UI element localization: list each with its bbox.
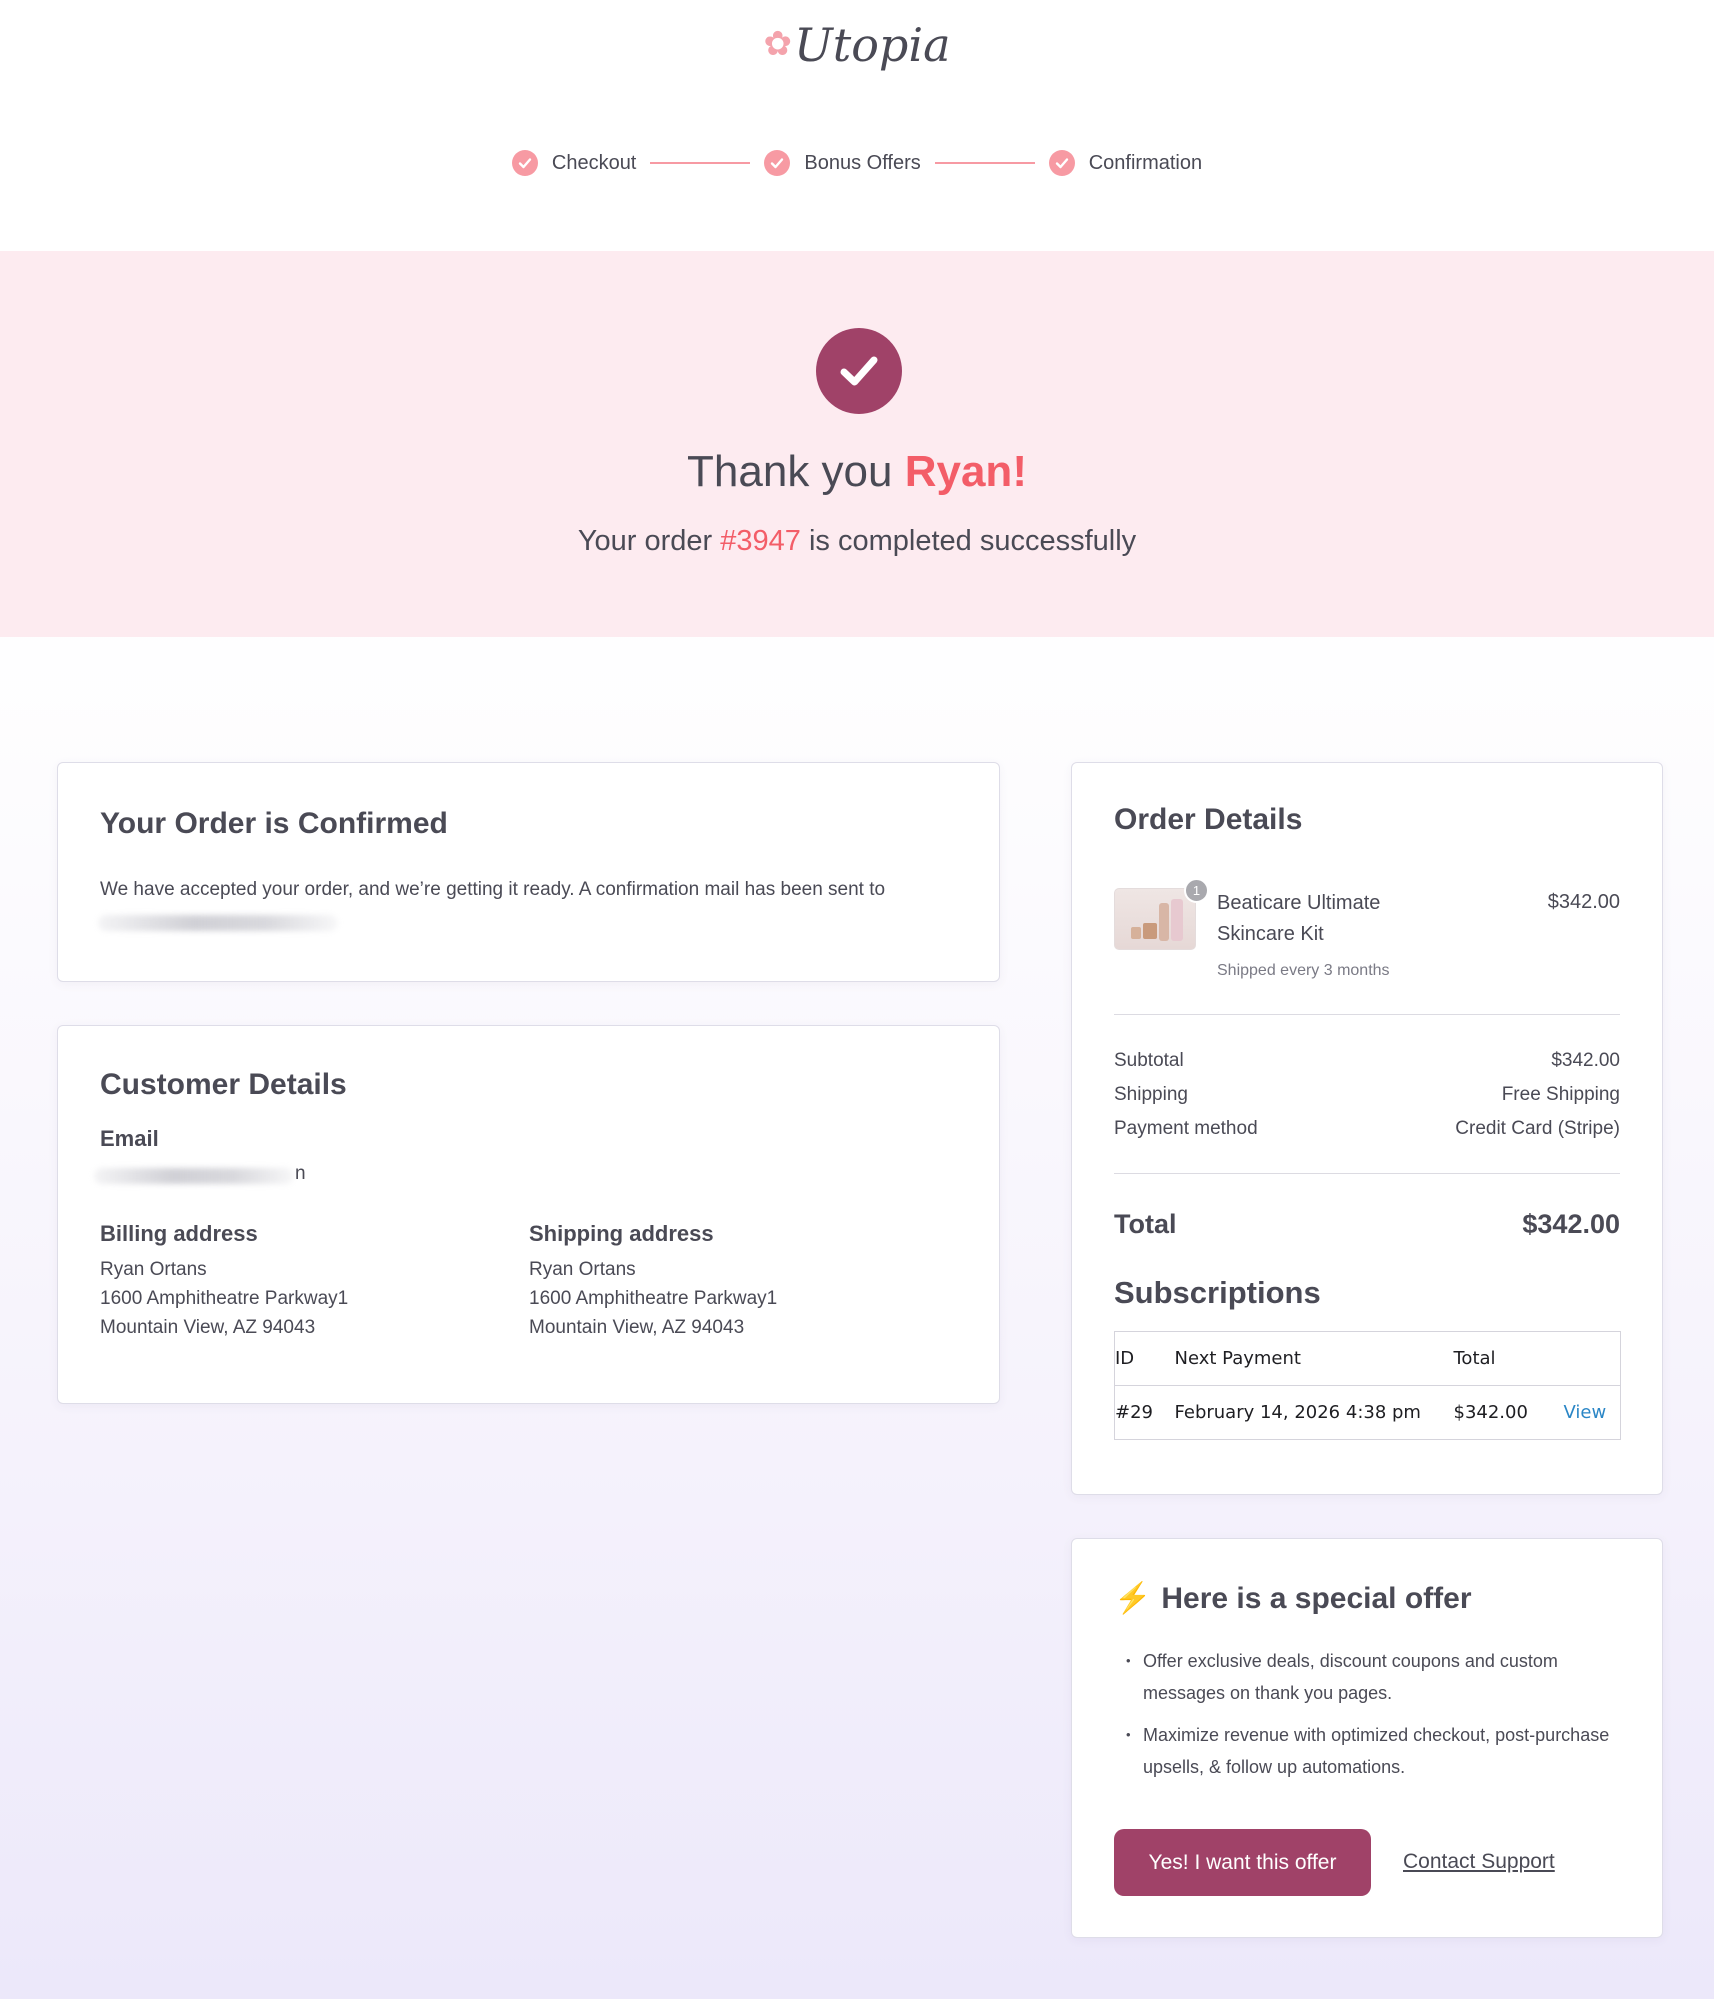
- order-total-row: Total $342.00: [1114, 1209, 1620, 1240]
- shipping-line2: Mountain View, AZ 94043: [529, 1317, 745, 1338]
- billing-address-label: Billing address: [100, 1221, 258, 1246]
- step-connector: [934, 162, 1035, 164]
- quantity-badge: 1: [1184, 878, 1209, 903]
- redacted-email: [98, 915, 338, 931]
- lightning-bolt-icon: ⚡: [1114, 1582, 1152, 1615]
- order-number: #3947: [720, 525, 801, 557]
- summary-row-payment: Payment method Credit Card (Stripe): [1114, 1118, 1620, 1140]
- product-thumbnail: 1: [1114, 878, 1209, 950]
- view-subscription-link[interactable]: View: [1564, 1402, 1607, 1423]
- summary-value: $342.00: [1551, 1050, 1620, 1071]
- billing-address: Ryan Ortans 1600 Amphitheatre Parkway1 M…: [100, 1255, 348, 1342]
- summary-row-shipping: Shipping Free Shipping: [1114, 1084, 1620, 1106]
- order-details-card: Order Details 1 Beaticare Ultimate Skinc…: [1071, 762, 1663, 1495]
- table-row: #29 February 14, 2026 4:38 pm $342.00 Vi…: [1115, 1386, 1621, 1440]
- shipping-name: Ryan Ortans: [529, 1259, 636, 1280]
- subscriptions-title: Subscriptions: [1114, 1275, 1321, 1310]
- subscriptions-table: ID Next Payment Total #29 February 14, 2…: [1114, 1331, 1621, 1440]
- product-name: Beaticare Ultimate Skincare Kit: [1217, 892, 1381, 945]
- brand-name: Utopia: [793, 18, 951, 72]
- special-offer-card: ⚡ Here is a special offer Offer exclusive…: [1071, 1538, 1663, 1938]
- card-title: Your Order is Confirmed: [100, 807, 448, 840]
- confirmation-message: We have accepted your order, and we’re g…: [100, 879, 886, 900]
- billing-line1: 1600 Amphitheatre Parkway1: [100, 1288, 349, 1309]
- list-item: Maximize revenue with optimized checkout…: [1114, 1719, 1624, 1783]
- success-check-icon: [816, 328, 902, 414]
- order-prefix: Your order: [577, 525, 721, 557]
- brand-logo[interactable]: ✿Utopia: [0, 18, 1714, 72]
- checkout-stepper: Checkout Bonus Offers Confirmation: [0, 150, 1714, 176]
- column-header-next-payment: Next Payment: [1174, 1331, 1454, 1386]
- subscription-total: $342.00: [1453, 1402, 1528, 1423]
- shipping-address-label: Shipping address: [529, 1221, 714, 1246]
- list-item: Offer exclusive deals, discount coupons …: [1114, 1645, 1624, 1709]
- divider: [1114, 1014, 1620, 1015]
- summary-row-subtotal: Subtotal $342.00: [1114, 1050, 1620, 1072]
- step-bonus-offers: Bonus Offers: [764, 150, 921, 176]
- summary-label: Shipping: [1114, 1084, 1188, 1105]
- step-confirmation: Confirmation: [1048, 150, 1203, 176]
- step-connector: [650, 162, 751, 164]
- contact-support-link[interactable]: Contact Support: [1403, 1850, 1555, 1874]
- summary-value: Free Shipping: [1501, 1084, 1620, 1105]
- shipping-line1: 1600 Amphitheatre Parkway1: [529, 1288, 778, 1309]
- step-label: Confirmation: [1088, 151, 1203, 174]
- summary-value: Credit Card (Stripe): [1455, 1118, 1620, 1139]
- check-circle-icon: [511, 150, 538, 176]
- accept-offer-button[interactable]: Yes! I want this offer: [1114, 1829, 1371, 1896]
- redacted-email: [94, 1168, 294, 1184]
- offer-title: Here is a special offer: [1161, 1581, 1472, 1615]
- table-header-row: ID Next Payment Total: [1114, 1331, 1621, 1386]
- thank-you-banner: Thank you Ryan! Your order #3947 is comp…: [0, 251, 1714, 637]
- email-label: Email: [100, 1126, 159, 1151]
- order-status-message: Your order #3947 is completed successful…: [0, 525, 1714, 558]
- summary-label: Subtotal: [1114, 1050, 1184, 1071]
- customer-details-card: Customer Details Email n Billing address…: [57, 1025, 1000, 1404]
- billing-name: Ryan Ortans: [100, 1259, 207, 1280]
- total-value: $342.00: [1522, 1209, 1620, 1239]
- offer-heading: ⚡ Here is a special offer: [1114, 1581, 1472, 1616]
- column-header-id: ID: [1114, 1331, 1175, 1386]
- billing-line2: Mountain View, AZ 94043: [100, 1317, 316, 1338]
- order-suffix: is completed successfully: [800, 525, 1137, 557]
- customer-name: Ryan!: [904, 447, 1027, 496]
- card-title: Order Details: [1114, 803, 1303, 836]
- product-price: $342.00: [1547, 891, 1620, 913]
- offer-bullet-list: Offer exclusive deals, discount coupons …: [1114, 1645, 1624, 1793]
- card-title: Customer Details: [100, 1068, 347, 1101]
- check-circle-icon: [1048, 150, 1075, 176]
- check-circle-icon: [764, 150, 791, 176]
- subscription-next-payment: February 14, 2026 4:38 pm: [1174, 1402, 1421, 1423]
- thanks-prefix: Thank you: [687, 447, 905, 496]
- shipping-address: Ryan Ortans 1600 Amphitheatre Parkway1 M…: [529, 1255, 777, 1342]
- divider: [1114, 1173, 1620, 1174]
- shipping-frequency: Shipped every 3 months: [1217, 962, 1390, 979]
- thank-you-heading: Thank you Ryan!: [0, 447, 1714, 497]
- clover-icon: ✿: [763, 24, 792, 64]
- order-confirmed-card: Your Order is Confirmed We have accepted…: [57, 762, 1000, 982]
- email-visible-tail: n: [295, 1163, 306, 1184]
- column-header-action: [1563, 1331, 1621, 1386]
- step-label: Bonus Offers: [804, 151, 921, 174]
- subscription-id: #29: [1115, 1402, 1153, 1423]
- step-checkout: Checkout: [511, 150, 637, 176]
- column-header-total: Total: [1453, 1331, 1564, 1386]
- step-label: Checkout: [551, 151, 637, 174]
- page-header: ✿Utopia Checkout Bonus Offers Confirmati…: [0, 0, 1714, 251]
- summary-label: Payment method: [1114, 1118, 1258, 1139]
- total-label: Total: [1114, 1209, 1177, 1239]
